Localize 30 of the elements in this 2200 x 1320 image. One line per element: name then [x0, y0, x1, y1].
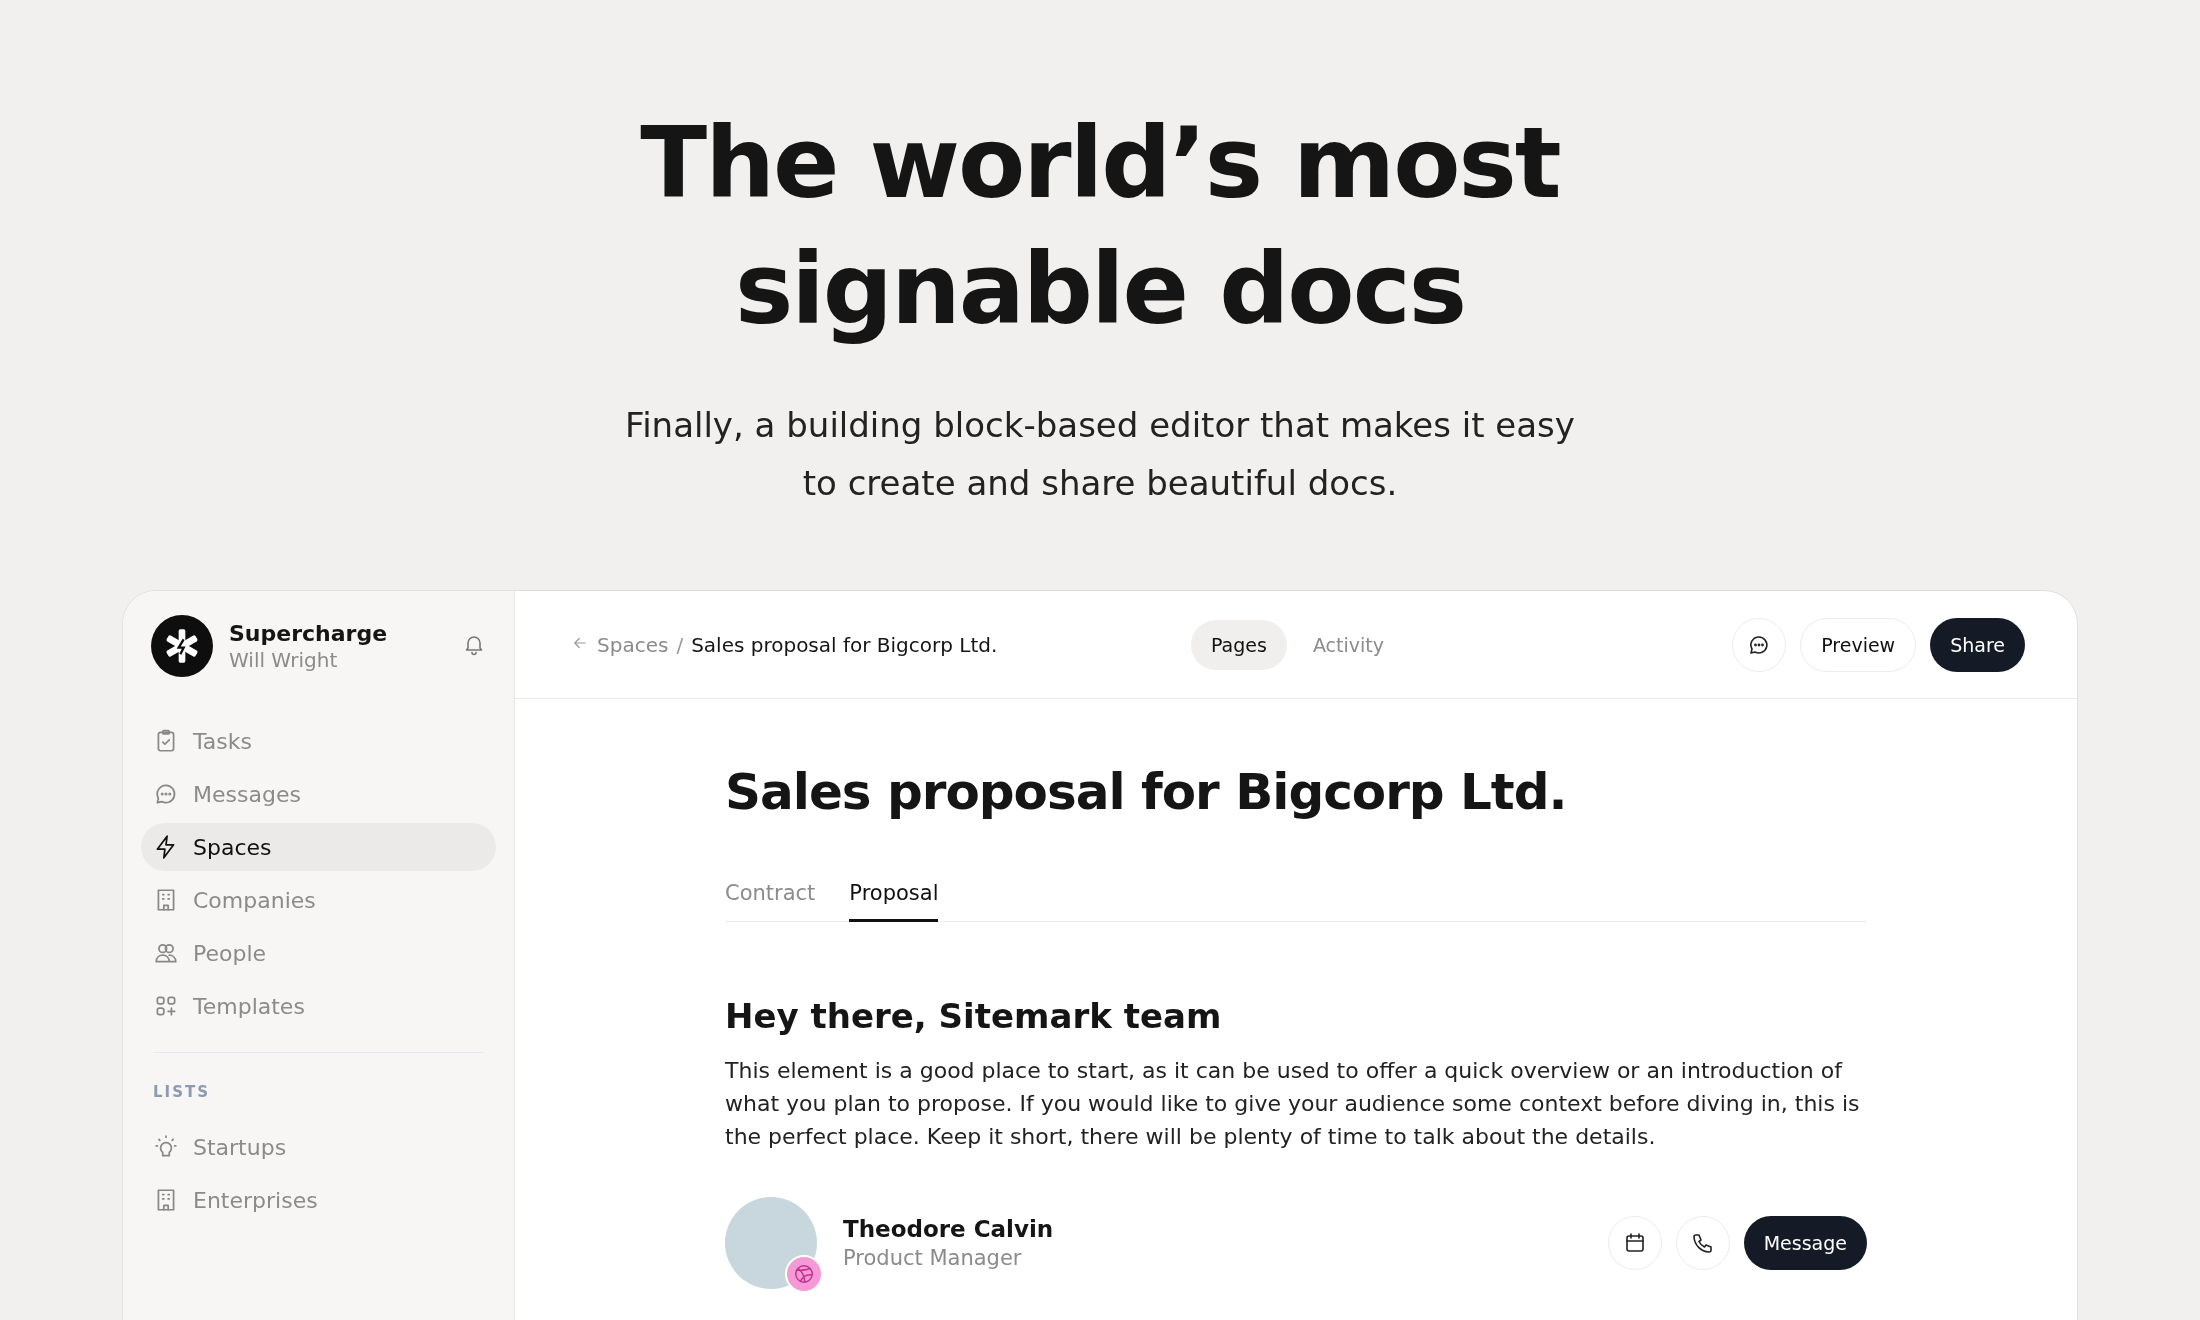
breadcrumb-link[interactable]: Spaces: [597, 632, 669, 657]
contact-role: Product Manager: [843, 1245, 1023, 1270]
document-title: Sales proposal for Bigcorp Ltd.: [725, 763, 1568, 821]
tab[interactable]: Proposal: [849, 881, 939, 922]
breadcrumb-current: Sales proposal for Bigcorp Ltd.: [691, 632, 998, 657]
sidebar-item[interactable]: Enterprises: [141, 1176, 496, 1224]
message-button[interactable]: Message: [1743, 1215, 1867, 1270]
tab[interactable]: Contract: [725, 881, 816, 922]
preview-button[interactable]: Preview: [1800, 617, 1917, 672]
sidebar-item[interactable]: Startups: [141, 1123, 496, 1171]
section-heading: Hey there, Sitemark team: [725, 995, 1223, 1036]
sidebar-item[interactable]: People: [141, 929, 496, 977]
templates-icon: [153, 993, 179, 1019]
hero-title: The world’s most signable docs: [640, 105, 1560, 348]
sidebar-item[interactable]: Templates: [141, 982, 496, 1030]
section-heading: LISTS: [152, 1083, 211, 1103]
share-button[interactable]: Share: [1930, 617, 2025, 672]
sidebar-item[interactable]: Tasks: [141, 717, 496, 765]
sidebar-item[interactable]: Messages: [141, 770, 496, 818]
tab[interactable]: Activity: [1292, 619, 1404, 670]
lightbulb-icon: [153, 1134, 179, 1160]
tab[interactable]: Pages: [1191, 619, 1287, 670]
breadcrumb-separator: /: [676, 632, 684, 657]
workspace-name: Supercharge: [229, 620, 388, 646]
sidebar-item[interactable]: Spaces: [141, 823, 496, 871]
paragraph: This element is a good place to start, as it can be used to offer a quick overview or an introduction of what you plan to propose. If you would like to give your audience some context before diving in, this is the perfect place. Keep it short, there will be plenty of time to talk about the details.: [725, 1056, 1861, 1151]
hero-subtitle: Finally, a building block-based editor that makes it easy to create and share beautiful docs.: [625, 404, 1575, 505]
user-name: Will Wright: [229, 647, 339, 672]
contact-name: Theodore Calvin: [843, 1215, 1054, 1242]
sidebar-item[interactable]: Companies: [141, 876, 496, 924]
